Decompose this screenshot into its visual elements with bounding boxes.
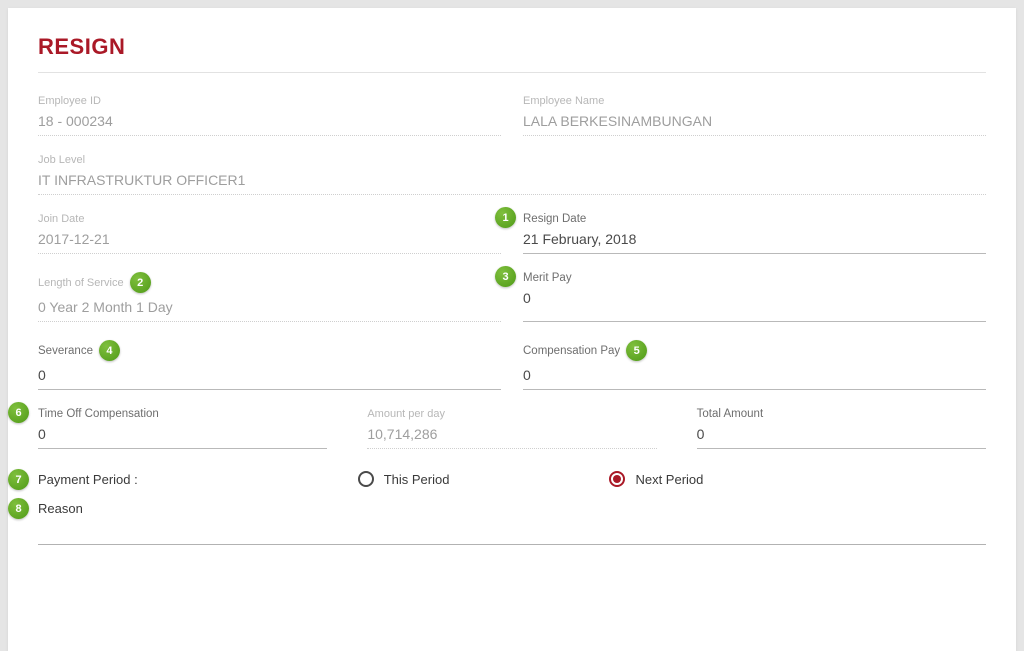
merit-pay-field[interactable]: 3 Merit Pay 0 bbox=[523, 272, 986, 322]
employee-id-value: 18 - 000234 bbox=[38, 113, 501, 129]
resign-panel: RESIGN Employee ID 18 - 000234 Employee … bbox=[8, 8, 1016, 651]
badge-7: 7 bbox=[8, 469, 29, 490]
total-amount-field[interactable]: Total Amount 0 bbox=[697, 408, 986, 449]
employee-id-label: Employee ID bbox=[38, 95, 501, 107]
total-amount-value: 0 bbox=[697, 426, 986, 442]
time-off-comp-label: Time Off Compensation bbox=[38, 408, 327, 420]
resign-date-label: Resign Date bbox=[523, 213, 986, 225]
resign-date-field[interactable]: 1 Resign Date 21 February, 2018 bbox=[523, 213, 986, 254]
severance-field[interactable]: Severance 4 0 bbox=[38, 340, 501, 390]
reason-label: Reason bbox=[38, 501, 986, 516]
badge-5: 5 bbox=[626, 340, 647, 361]
severance-label: Severance 4 bbox=[38, 340, 501, 361]
amount-per-day-field: Amount per day 10,714,286 bbox=[367, 408, 656, 449]
radio-icon bbox=[358, 471, 374, 487]
payment-this-period-option[interactable]: This Period bbox=[358, 471, 450, 487]
compensation-pay-field[interactable]: Compensation Pay 5 0 bbox=[523, 340, 986, 390]
page-title: RESIGN bbox=[38, 34, 986, 73]
job-level-value: IT INFRASTRUKTUR OFFICER1 bbox=[38, 172, 986, 188]
amount-per-day-label: Amount per day bbox=[367, 408, 656, 420]
compensation-pay-label: Compensation Pay 5 bbox=[523, 340, 986, 361]
badge-2: 2 bbox=[130, 272, 151, 293]
time-off-comp-field[interactable]: Time Off Compensation 0 bbox=[38, 408, 327, 449]
resign-date-value: 21 February, 2018 bbox=[523, 231, 986, 247]
employee-name-label: Employee Name bbox=[523, 95, 986, 107]
employee-name-field: Employee Name LALA BERKESINAMBUNGAN bbox=[523, 95, 986, 136]
reason-field[interactable]: 8 Reason bbox=[38, 501, 986, 545]
payment-period-row: 7 Payment Period : This Period Next Peri… bbox=[38, 467, 986, 501]
join-date-value: 2017-12-21 bbox=[38, 231, 501, 247]
payment-next-period-option[interactable]: Next Period bbox=[609, 471, 703, 487]
job-level-label: Job Level bbox=[38, 154, 986, 166]
badge-3: 3 bbox=[495, 266, 516, 287]
radio-icon-checked bbox=[609, 471, 625, 487]
total-amount-label: Total Amount bbox=[697, 408, 986, 420]
payment-period-label: Payment Period : bbox=[38, 472, 138, 487]
length-of-service-label: Length of Service 2 bbox=[38, 272, 501, 293]
join-date-label: Join Date bbox=[38, 213, 501, 225]
job-level-field: Job Level IT INFRASTRUKTUR OFFICER1 bbox=[38, 154, 986, 195]
merit-pay-value: 0 bbox=[523, 290, 986, 306]
length-of-service-field: Length of Service 2 0 Year 2 Month 1 Day bbox=[38, 272, 501, 322]
badge-8: 8 bbox=[8, 498, 29, 519]
employee-id-field: Employee ID 18 - 000234 bbox=[38, 95, 501, 136]
join-date-field: Join Date 2017-12-21 bbox=[38, 213, 501, 254]
merit-pay-label: Merit Pay bbox=[523, 272, 986, 284]
badge-1: 1 bbox=[495, 207, 516, 228]
length-of-service-value: 0 Year 2 Month 1 Day bbox=[38, 299, 501, 315]
badge-4: 4 bbox=[99, 340, 120, 361]
employee-name-value: LALA BERKESINAMBUNGAN bbox=[523, 113, 986, 129]
severance-value: 0 bbox=[38, 367, 501, 383]
badge-6: 6 bbox=[8, 402, 29, 423]
amount-per-day-value: 10,714,286 bbox=[367, 426, 656, 442]
time-off-comp-value: 0 bbox=[38, 426, 327, 442]
compensation-pay-value: 0 bbox=[523, 367, 986, 383]
